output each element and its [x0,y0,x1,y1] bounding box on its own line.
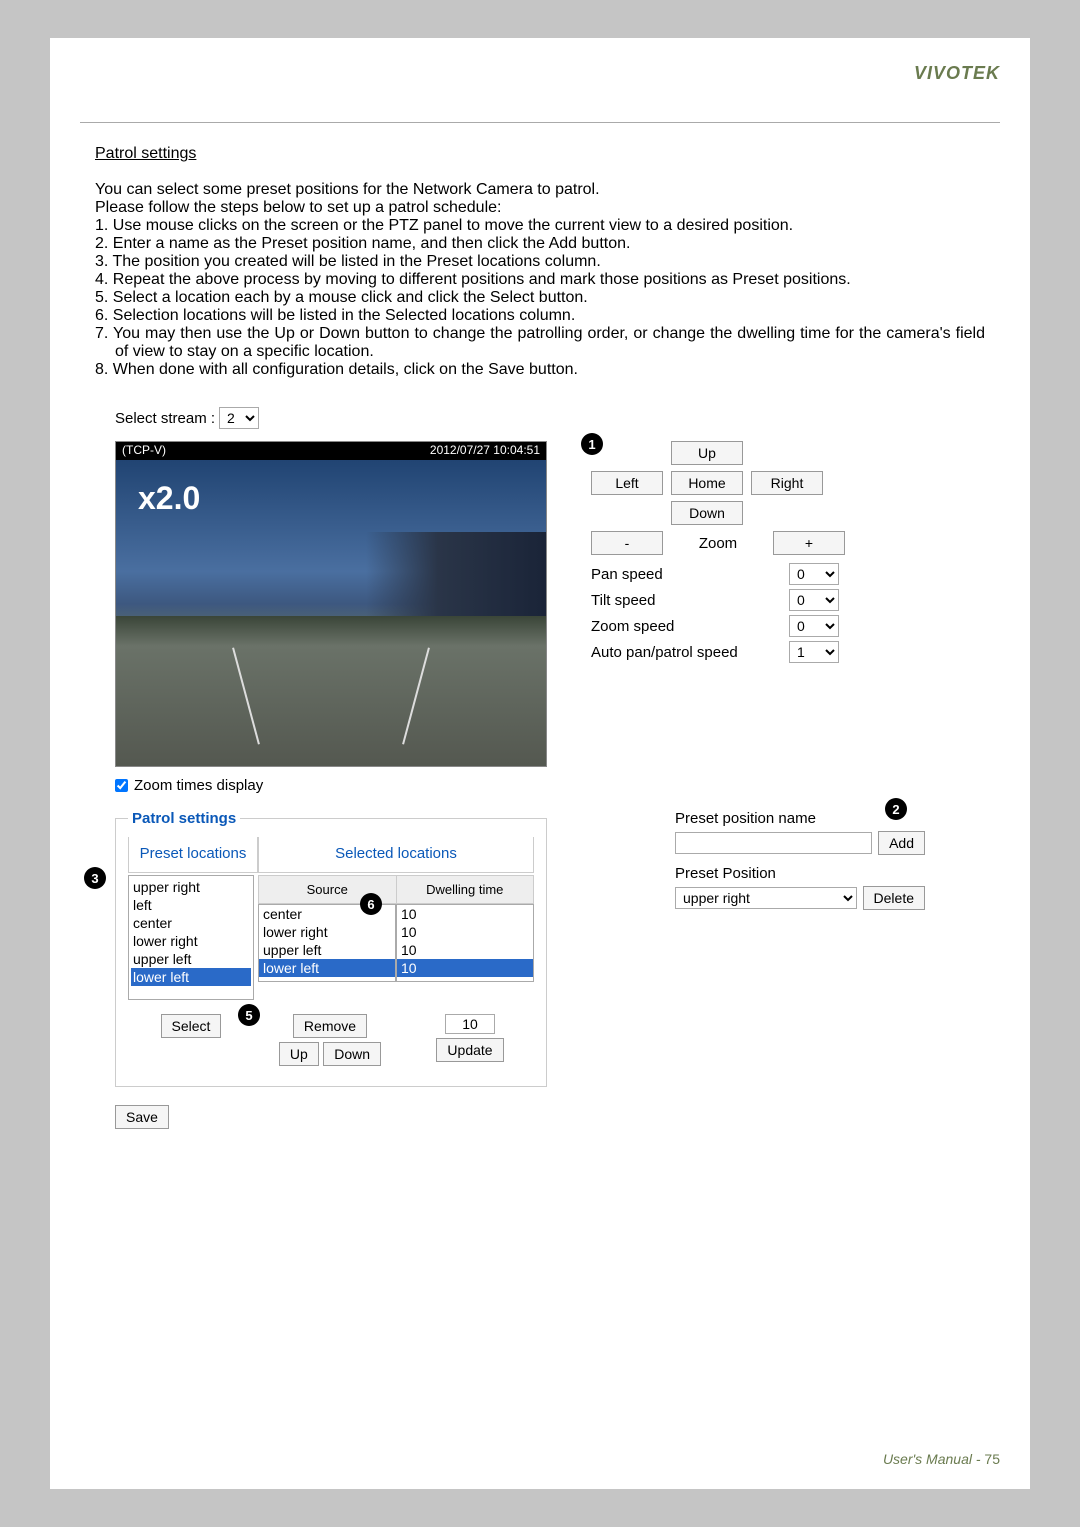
ptz-home-button[interactable]: Home [671,471,743,495]
ptz-left-button[interactable]: Left [591,471,663,495]
zoom-display-checkbox[interactable] [115,779,128,792]
auto-speed-label: Auto pan/patrol speed [591,644,738,661]
zoom-label: Zoom [671,535,765,552]
zoom-speed-label: Zoom speed [591,618,674,635]
list-item[interactable]: lower right [131,932,251,950]
patrol-fieldset: Patrol settings 3 Preset locations Selec… [115,810,547,1087]
video-protocol: (TCP-V) [122,443,166,459]
list-item[interactable]: 10 [397,905,533,923]
page-number: 75 [984,1451,1000,1467]
callout-1: 1 [581,433,603,455]
list-item[interactable]: 10 [397,923,533,941]
callout-2: 2 [885,798,907,820]
ptz-right-button[interactable]: Right [751,471,823,495]
select-button[interactable]: Select [161,1014,222,1038]
step-6: 6. Selection locations will be listed in… [95,307,985,325]
ptz-down-button[interactable]: Down [671,501,743,525]
video-preview[interactable]: (TCP-V) 2012/07/27 10:04:51 x2.0 [115,441,547,767]
step-7: 7. You may then use the Up or Down butto… [95,325,985,361]
up-button[interactable]: Up [279,1042,319,1066]
callout-3: 3 [84,867,106,889]
preset-header: Preset locations [128,837,258,873]
zoom-out-button[interactable]: - [591,531,663,555]
list-item[interactable]: center [131,914,251,932]
list-item[interactable]: left [131,896,251,914]
pan-speed-label: Pan speed [591,566,663,583]
tilt-speed-select[interactable]: 0 [789,589,839,611]
remove-button[interactable]: Remove [293,1014,367,1038]
section-title: Patrol settings [95,145,196,163]
preset-position-select[interactable]: upper right [675,887,857,909]
step-5: 5. Select a location each by a mouse cli… [95,289,985,307]
zoom-overlay: x2.0 [138,480,200,517]
steps-list: 1. Use mouse clicks on the screen or the… [95,217,985,379]
dwell-listbox[interactable]: 10 10 10 10 [396,904,534,982]
selected-header: Selected locations [258,837,534,873]
pan-speed-select[interactable]: 0 [789,563,839,585]
list-item[interactable]: lower left [131,968,251,986]
add-button[interactable]: Add [878,831,925,855]
step-2: 2. Enter a name as the Preset position n… [95,235,985,253]
zoom-display-label: Zoom times display [134,777,263,794]
intro-2: Please follow the steps below to set up … [95,199,985,217]
down-button[interactable]: Down [323,1042,381,1066]
zoom-in-button[interactable]: + [773,531,845,555]
delete-button[interactable]: Delete [863,886,925,910]
source-listbox[interactable]: center lower right upper left lower left [258,904,396,982]
callout-5: 5 [238,1004,260,1026]
stream-label: Select stream : [115,410,215,427]
auto-speed-select[interactable]: 1 [789,641,839,663]
save-button[interactable]: Save [115,1105,169,1129]
step-1: 1. Use mouse clicks on the screen or the… [95,217,985,235]
preset-position-label: Preset Position [675,865,925,882]
list-item[interactable]: lower right [259,923,395,941]
dwell-column-header: Dwelling time [396,875,535,904]
preset-name-input[interactable] [675,832,872,854]
callout-6: 6 [360,893,382,915]
preset-listbox[interactable]: upper right left center lower right uppe… [128,875,254,1000]
stream-select[interactable]: 2 [219,407,259,429]
list-item[interactable]: 10 [397,941,533,959]
tilt-speed-label: Tilt speed [591,592,655,609]
list-item[interactable]: lower left [259,959,395,977]
list-item[interactable]: upper right [131,878,251,896]
dwell-input[interactable] [445,1014,495,1034]
intro-1: You can select some preset positions for… [95,181,985,199]
list-item[interactable]: 10 [397,959,533,977]
step-8: 8. When done with all configuration deta… [95,361,985,379]
zoom-speed-select[interactable]: 0 [789,615,839,637]
list-item[interactable]: upper left [259,941,395,959]
brand-text: VIVOTEK [914,63,1000,84]
footer: User's Manual - 75 [883,1451,1000,1467]
ptz-panel: 1 Up Left Home Right Down - Zoo [585,441,845,667]
ptz-up-button[interactable]: Up [671,441,743,465]
video-timestamp: 2012/07/27 10:04:51 [430,443,540,459]
list-item[interactable]: upper left [131,950,251,968]
step-3: 3. The position you created will be list… [95,253,985,271]
step-4: 4. Repeat the above process by moving to… [95,271,985,289]
update-button[interactable]: Update [436,1038,503,1062]
patrol-legend: Patrol settings [128,810,240,827]
